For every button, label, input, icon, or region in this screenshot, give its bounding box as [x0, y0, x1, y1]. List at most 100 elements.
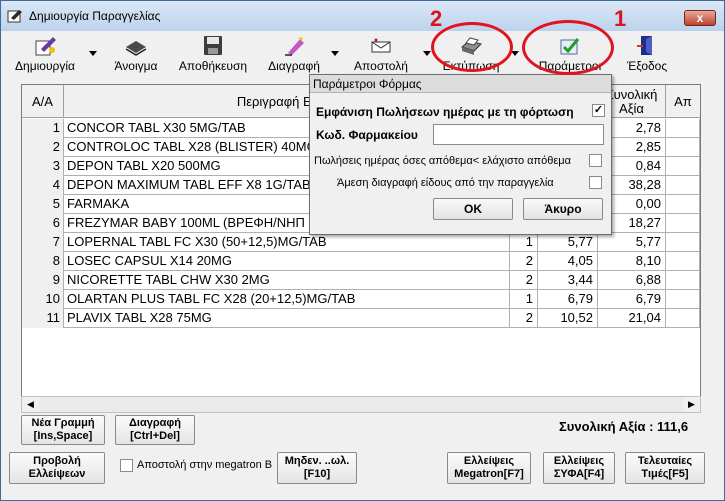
cell-n[interactable]: 1	[22, 119, 64, 138]
save-button[interactable]: Αποθήκευση	[175, 33, 251, 73]
cell-empty[interactable]	[666, 119, 700, 138]
exit-door-icon	[637, 36, 652, 55]
cell-price[interactable]: 6,79	[538, 290, 598, 309]
cell-n[interactable]: 9	[22, 271, 64, 290]
send-label: Αποστολή	[354, 59, 408, 73]
delete-dropdown-icon[interactable]	[331, 51, 339, 57]
delete-button[interactable]: Διαγραφή	[261, 33, 327, 73]
cell-desc[interactable]: PLAVIX TABL X28 75MG	[64, 309, 510, 328]
open-label: Άνοιγμα	[114, 59, 158, 73]
send-button[interactable]: Αποστολή	[347, 33, 415, 73]
cell-total[interactable]: 6,88	[598, 271, 666, 290]
cell-qty[interactable]: 1	[510, 233, 538, 252]
create-dropdown-icon[interactable]	[89, 51, 97, 57]
cell-total[interactable]: 5,77	[598, 233, 666, 252]
save-icon	[204, 36, 222, 55]
cancel-button[interactable]: Άκυρο	[523, 198, 603, 220]
cell-empty[interactable]	[666, 271, 700, 290]
header-aa[interactable]: Α/Α	[22, 85, 64, 118]
last-prices-button[interactable]: Τελευταίες Τιμές[F5]	[625, 452, 705, 484]
cell-n[interactable]: 11	[22, 309, 64, 328]
dialog-title: Παράμετροι Φόρμας	[310, 75, 611, 93]
cell-n[interactable]: 10	[22, 290, 64, 309]
min-stock-checkbox[interactable]	[589, 154, 602, 167]
cell-total[interactable]: 8,10	[598, 252, 666, 271]
new-line-button[interactable]: Νέα Γραμμή [Ins,Space]	[21, 415, 105, 445]
annotation-number-two: 2	[430, 6, 443, 31]
cell-empty[interactable]	[666, 233, 700, 252]
annotation-number-one: 1	[614, 6, 627, 31]
scroll-right-icon[interactable]: ▶	[683, 397, 700, 412]
cell-n[interactable]: 3	[22, 157, 64, 176]
eraser-icon	[285, 37, 304, 56]
ok-button[interactable]: ΟΚ	[433, 198, 513, 220]
cell-qty[interactable]: 2	[510, 252, 538, 271]
cell-empty[interactable]	[666, 176, 700, 195]
zero-sales-button[interactable]: Μηδεν. ..ωλ.[F10]	[277, 452, 357, 484]
cell-empty[interactable]	[666, 214, 700, 233]
cell-desc[interactable]: OLARTAN PLUS TABL FC X28 (20+12,5)MG/TAB	[64, 290, 510, 309]
cell-n[interactable]: 2	[22, 138, 64, 157]
cell-empty[interactable]	[666, 309, 700, 328]
cell-qty[interactable]: 2	[510, 309, 538, 328]
send-dropdown-icon[interactable]	[423, 51, 431, 57]
create-icon	[35, 37, 56, 56]
annotation-circle-print	[431, 22, 513, 72]
cell-price[interactable]: 3,44	[538, 271, 598, 290]
cell-qty[interactable]: 1	[510, 290, 538, 309]
cell-price[interactable]: 10,52	[538, 309, 598, 328]
cell-empty[interactable]	[666, 138, 700, 157]
cell-empty[interactable]	[666, 290, 700, 309]
save-label: Αποθήκευση	[178, 59, 248, 73]
cell-n[interactable]: 6	[22, 214, 64, 233]
order-window: Δημιουργία Παραγγελίας x Δημιουργία Άνοι…	[0, 0, 725, 501]
create-button[interactable]: Δημιουργία	[9, 33, 81, 73]
table-row[interactable]: 8 LOSEC CAPSUL X14 20MG 2 4,05 8,10	[22, 252, 700, 271]
megatron-send-label: Αποστολή στην megatron B	[137, 459, 273, 471]
table-row[interactable]: 7 LOPERNAL TABL FC X30 (50+12,5)MG/TAB 1 5,…	[22, 233, 700, 252]
cell-price[interactable]: 4,05	[538, 252, 598, 271]
exit-label: Έξοδος	[626, 59, 668, 73]
min-stock-label: Πωλήσεις ημέρας όσες απόθεμα< ελάχιστο α…	[314, 155, 571, 167]
cell-qty[interactable]: 2	[510, 271, 538, 290]
open-button[interactable]: Άνοιγμα	[107, 33, 165, 73]
cell-total[interactable]: 6,79	[598, 290, 666, 309]
window-title: Δημιουργία Παραγγελίας	[29, 9, 161, 23]
cell-empty[interactable]	[666, 195, 700, 214]
table-row[interactable]: 11 PLAVIX TABL X28 75MG 2 10,52 21,04	[22, 309, 700, 328]
delete-line-button[interactable]: Διαγραφή [Ctrl+Del]	[115, 415, 195, 445]
total-value: Συνολική Αξία : 111,6	[559, 419, 689, 434]
megatron-shortages-button[interactable]: Ελλείψεις Megatron[F7]	[447, 452, 531, 484]
pharmacy-code-label: Κωδ. Φαρμακείου	[316, 128, 418, 142]
delete-label: Διαγραφή	[268, 59, 320, 73]
table-row[interactable]: 9 NICORETTE TABL CHW X30 2MG 2 3,44 6,88	[22, 271, 700, 290]
cell-n[interactable]: 7	[22, 233, 64, 252]
horizontal-scrollbar[interactable]: ◀ ▶	[21, 396, 701, 413]
cell-empty[interactable]	[666, 157, 700, 176]
cell-price[interactable]: 5,77	[538, 233, 598, 252]
cell-desc[interactable]: LOPERNAL TABL FC X30 (50+12,5)MG/TAB	[64, 233, 510, 252]
open-icon	[125, 41, 147, 56]
megatron-send-checkbox[interactable]	[120, 459, 133, 472]
create-label: Δημιουργία	[15, 59, 75, 73]
cell-n[interactable]: 4	[22, 176, 64, 195]
direct-delete-label: Άμεση διαγραφή είδους από την παραγγελία	[337, 177, 554, 189]
show-shortages-button[interactable]: Προβολή Ελλείψεων	[9, 452, 105, 484]
table-row[interactable]: 10 OLARTAN PLUS TABL FC X28 (20+12,5)MG/T…	[22, 290, 700, 309]
syfa-shortages-button[interactable]: Ελλείψεις ΣΥΦΑ[F4]	[543, 452, 615, 484]
app-icon	[7, 10, 22, 23]
direct-delete-checkbox[interactable]	[589, 176, 602, 189]
cell-n[interactable]: 8	[22, 252, 64, 271]
cell-desc[interactable]: LOSEC CAPSUL X14 20MG	[64, 252, 510, 271]
show-sales-checkbox[interactable]: ✓	[592, 104, 605, 117]
close-button[interactable]: x	[684, 10, 716, 26]
exit-button[interactable]: Έξοδος	[621, 33, 673, 73]
header-next[interactable]: Απ	[666, 85, 700, 118]
pharmacy-code-input[interactable]	[433, 124, 604, 145]
cell-empty[interactable]	[666, 252, 700, 271]
form-parameters-dialog: Παράμετροι Φόρμας Εμφάνιση Πωλήσεων ημέρ…	[309, 74, 612, 235]
cell-desc[interactable]: NICORETTE TABL CHW X30 2MG	[64, 271, 510, 290]
cell-n[interactable]: 5	[22, 195, 64, 214]
cell-total[interactable]: 21,04	[598, 309, 666, 328]
scroll-left-icon[interactable]: ◀	[22, 397, 39, 412]
